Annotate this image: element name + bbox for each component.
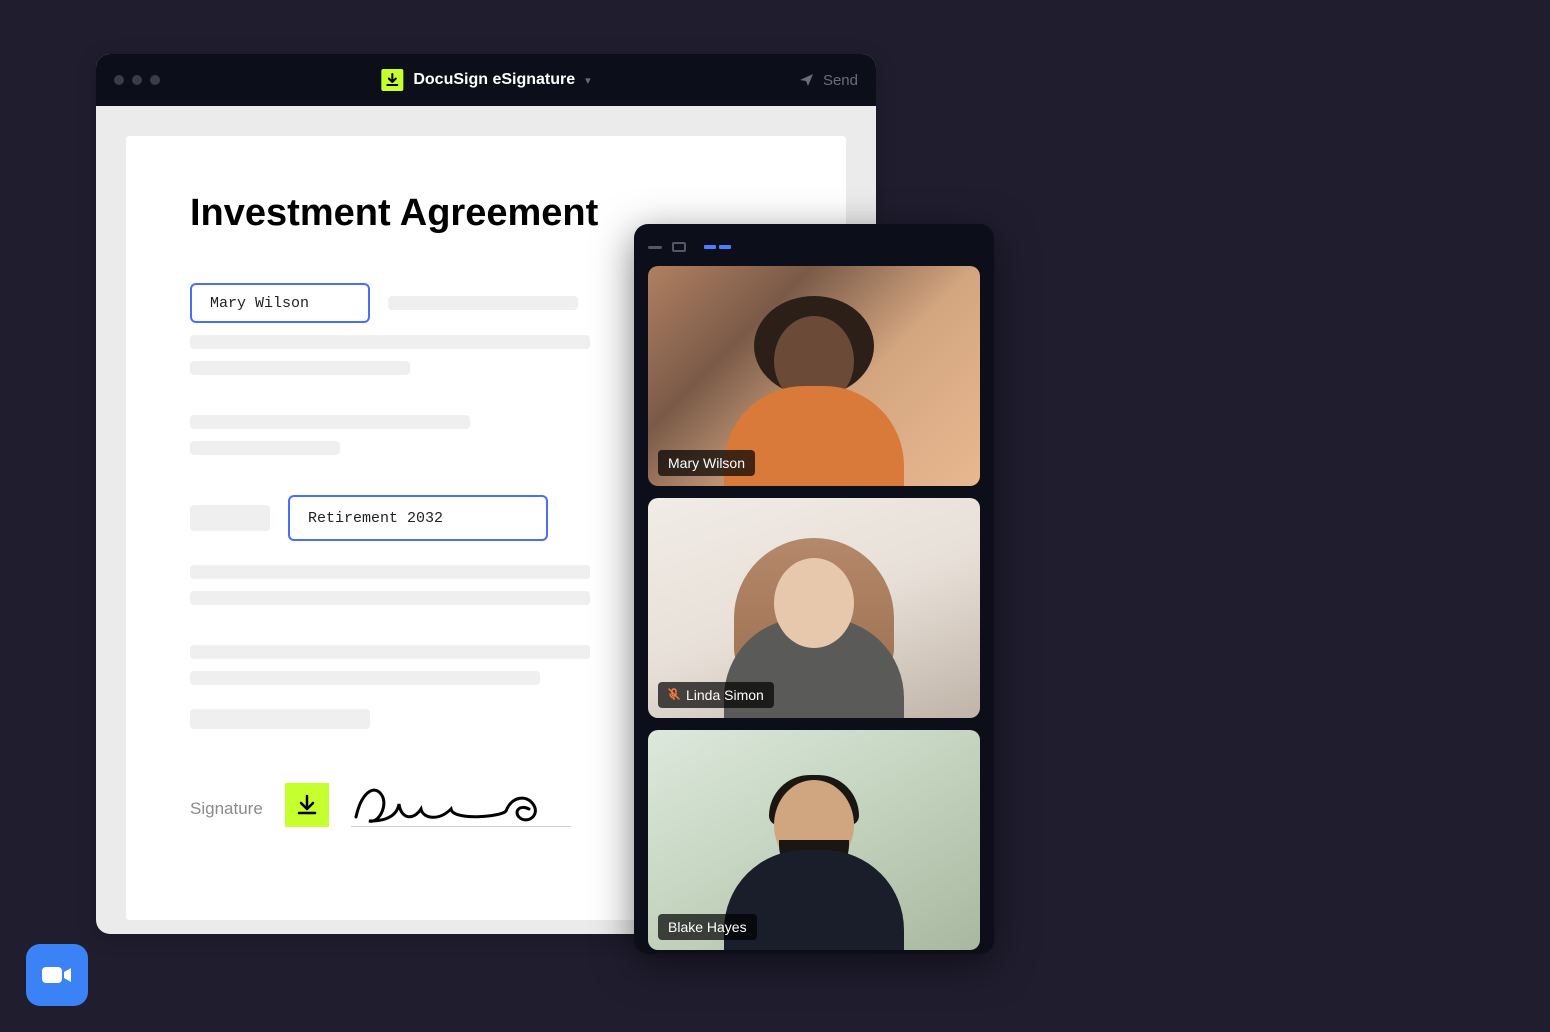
participant-tile[interactable]: Mary Wilson <box>648 266 980 486</box>
signature-field[interactable] <box>351 777 571 827</box>
signature-scribble <box>351 779 551 829</box>
placeholder-block <box>190 709 370 729</box>
window-controls[interactable] <box>114 75 160 85</box>
layout-toggle-icon[interactable] <box>704 245 731 249</box>
zoom-app-button[interactable] <box>26 944 88 1006</box>
app-title-group[interactable]: DocuSign eSignature ▾ <box>381 69 590 91</box>
participant-name-text: Linda Simon <box>686 687 764 703</box>
placeholder-line <box>190 415 470 429</box>
placeholder-line <box>190 335 590 349</box>
minimize-window-dot[interactable] <box>132 75 142 85</box>
participant-tile[interactable]: Linda Simon <box>648 498 980 718</box>
maximize-icon[interactable] <box>672 242 686 252</box>
minimize-icon[interactable] <box>648 246 662 249</box>
participant-tile[interactable]: Blake Hayes <box>648 730 980 950</box>
signature-label: Signature <box>190 799 263 827</box>
send-label: Send <box>823 72 858 89</box>
download-icon <box>381 69 403 91</box>
placeholder-line <box>190 645 590 659</box>
name-input-field[interactable]: Mary Wilson <box>190 283 370 323</box>
participant-name-text: Blake Hayes <box>668 919 747 935</box>
participant-name-badge: Linda Simon <box>658 682 774 708</box>
participant-name-badge: Blake Hayes <box>658 914 757 940</box>
app-title-text: DocuSign eSignature <box>413 71 575 89</box>
participant-name-text: Mary Wilson <box>668 455 745 471</box>
close-window-dot[interactable] <box>114 75 124 85</box>
video-call-window: Mary Wilson Linda Simon Blake Hayes <box>634 224 994 954</box>
zoom-camera-icon <box>40 964 74 986</box>
placeholder-line <box>190 361 410 375</box>
sign-here-icon[interactable] <box>285 783 329 827</box>
placeholder-line <box>388 296 578 310</box>
window-titlebar: DocuSign eSignature ▾ Send <box>96 54 876 106</box>
plan-input-value: Retirement 2032 <box>308 510 443 527</box>
maximize-window-dot[interactable] <box>150 75 160 85</box>
send-button[interactable]: Send <box>799 72 858 89</box>
microphone-muted-icon <box>668 688 680 703</box>
chevron-down-icon[interactable]: ▾ <box>585 74 591 87</box>
video-call-titlebar <box>648 238 980 256</box>
send-icon <box>799 72 815 88</box>
placeholder-line <box>190 591 590 605</box>
placeholder-block <box>190 505 270 531</box>
name-input-value: Mary Wilson <box>210 295 309 312</box>
placeholder-line <box>190 565 590 579</box>
participant-name-badge: Mary Wilson <box>658 450 755 476</box>
placeholder-line <box>190 441 340 455</box>
placeholder-line <box>190 671 540 685</box>
plan-input-field[interactable]: Retirement 2032 <box>288 495 548 541</box>
